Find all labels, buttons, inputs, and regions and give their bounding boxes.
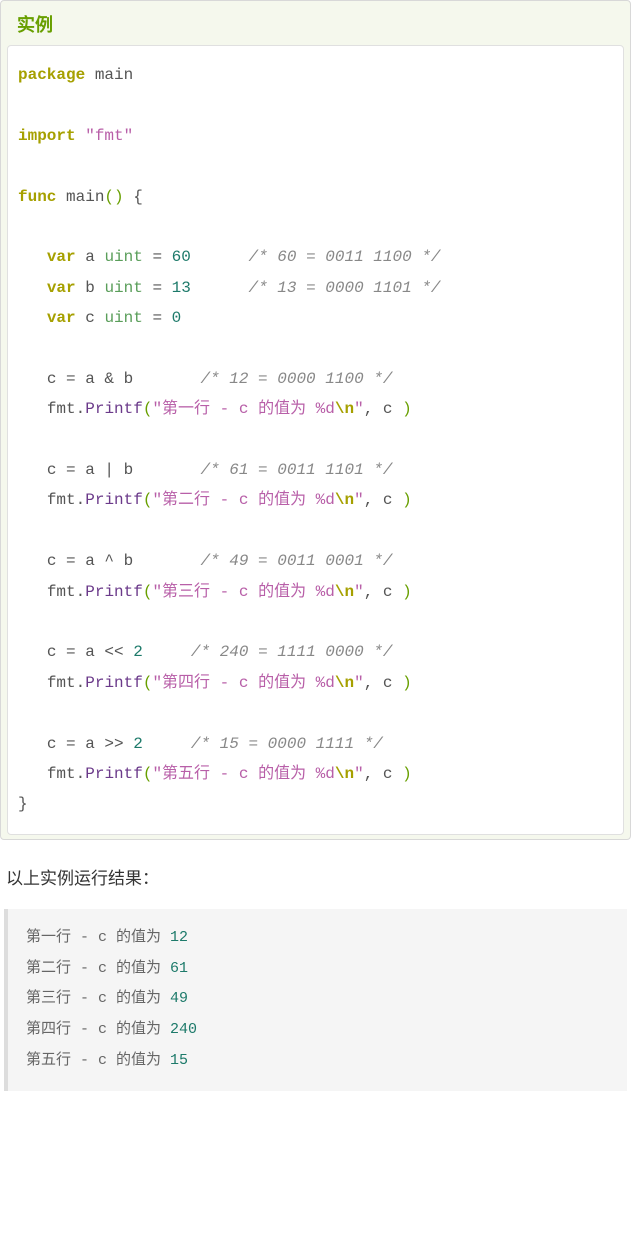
comment: /* 13 = 0000 1101 */ — [248, 279, 440, 297]
output-line: 第四行 - c 的值为 240 — [26, 1021, 197, 1038]
output-line: 第三行 - c 的值为 49 — [26, 990, 188, 1007]
comment: /* 240 = 1111 0000 */ — [191, 643, 393, 661]
func-name: main — [66, 188, 104, 206]
example-container: 实例 package main import "fmt" func main()… — [0, 0, 631, 840]
result-intro: 以上实例运行结果： — [6, 864, 631, 889]
output-line: 第一行 - c 的值为 12 — [26, 929, 188, 946]
comment: /* 49 = 0011 0001 */ — [200, 552, 392, 570]
code-block: package main import "fmt" func main() { … — [7, 45, 624, 835]
comment: /* 12 = 0000 1100 */ — [200, 370, 392, 388]
comment: /* 15 = 0000 1111 */ — [191, 735, 383, 753]
keyword-import: import — [18, 127, 76, 145]
comment: /* 61 = 0011 1101 */ — [200, 461, 392, 479]
import-value: "fmt" — [85, 127, 133, 145]
output-line: 第二行 - c 的值为 61 — [26, 960, 188, 977]
package-name: main — [95, 66, 133, 84]
keyword-package: package — [18, 66, 85, 84]
comment: /* 60 = 0011 1100 */ — [248, 248, 440, 266]
keyword-func: func — [18, 188, 56, 206]
keyword-var: var — [47, 248, 76, 266]
output-line: 第五行 - c 的值为 15 — [26, 1052, 188, 1069]
example-title: 实例 — [1, 1, 630, 45]
code-text — [85, 66, 95, 84]
output-block: 第一行 - c 的值为 12 第二行 - c 的值为 61 第三行 - c 的值… — [4, 909, 627, 1091]
